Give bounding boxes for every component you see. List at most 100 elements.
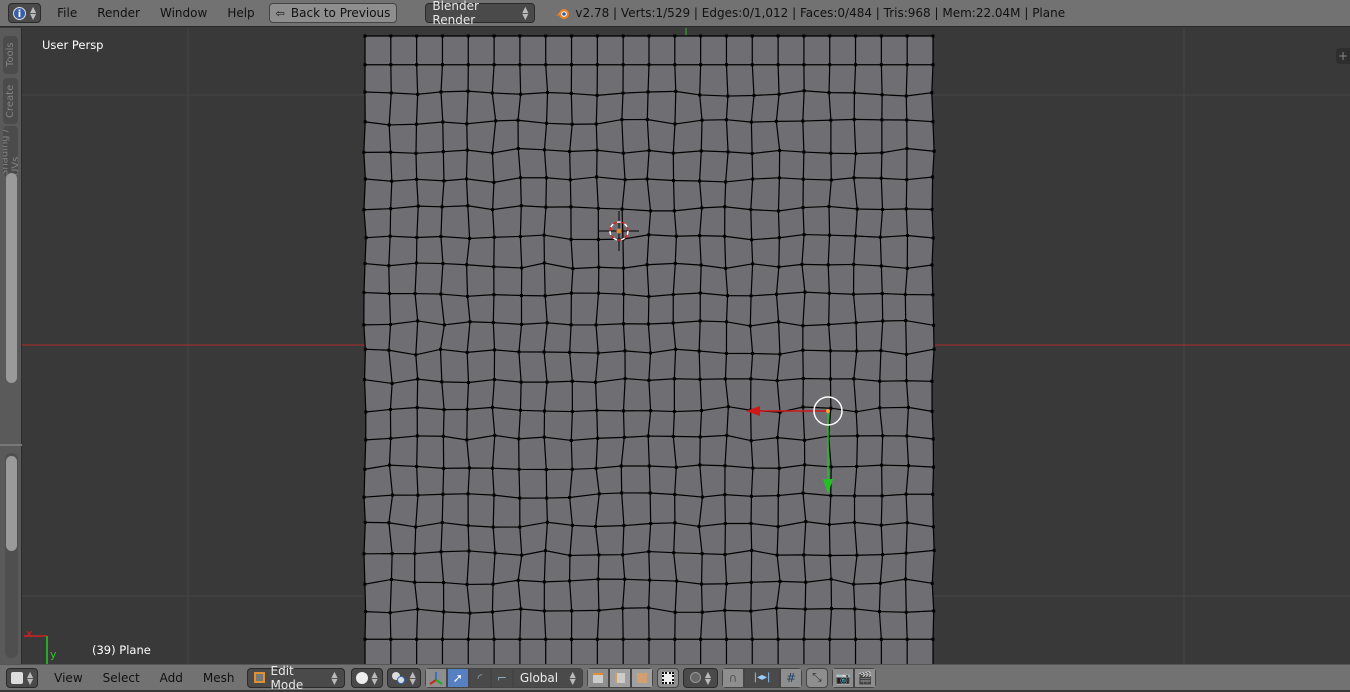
mesh-vertex	[775, 292, 779, 296]
mesh-vertex	[568, 178, 572, 182]
mesh-vertex	[362, 150, 366, 154]
tab-scrollbar[interactable]	[6, 173, 17, 383]
3d-view-header: ▲ ▼ View Select Add Mesh Edit Mode ▲ ▼ ▲ ▼ …	[0, 664, 1350, 692]
tab-tools[interactable]: Tools	[3, 36, 18, 74]
mesh-vertex	[931, 34, 935, 38]
mesh-vertex	[647, 63, 651, 67]
mesh-vertex	[413, 292, 417, 296]
mesh-vertex	[671, 293, 675, 297]
mesh-vertex	[853, 234, 857, 238]
mesh-vertex	[698, 179, 702, 183]
mesh-vertex	[880, 93, 884, 97]
manipulator-toggle[interactable]	[424, 667, 447, 688]
mode-selector[interactable]: Edit Mode ▲ ▼	[246, 664, 345, 692]
mesh-vertex	[647, 378, 651, 382]
mesh-vertex	[362, 552, 366, 556]
menu-render[interactable]: Render	[87, 6, 150, 20]
menu-window[interactable]: Window	[150, 6, 217, 20]
mesh-vertex	[387, 292, 391, 296]
mesh-vertex	[930, 91, 934, 95]
menu-file[interactable]: File	[47, 6, 87, 20]
mesh-vertex	[595, 148, 599, 152]
updown-arrows-icon: ▲ ▼	[30, 5, 37, 21]
snap-element-selector[interactable]: |◂▸|	[743, 667, 780, 688]
menu-select[interactable]: Select	[93, 671, 150, 685]
mesh-vertex	[827, 91, 831, 95]
mesh-vertex	[649, 522, 653, 526]
mesh-vertex	[416, 493, 420, 497]
mesh-vertex	[519, 294, 523, 298]
pivot-point-selector[interactable]: ▲ ▼	[386, 667, 421, 688]
mesh-vertex	[671, 321, 675, 325]
mesh-vertex	[544, 205, 548, 209]
transform-orientation-selector[interactable]: Global ▲ ▼	[512, 667, 583, 688]
menu-add[interactable]: Add	[150, 671, 193, 685]
mesh-vertex	[749, 208, 753, 212]
mesh-vertex	[751, 352, 755, 356]
proportional-edit-selector[interactable]: ▲ ▼	[682, 667, 718, 688]
editor-type-selector-3d[interactable]: ▲ ▼	[6, 667, 39, 688]
face-select-mode[interactable]	[630, 667, 653, 688]
tab-shading-uvs[interactable]: Shading / UVs	[3, 126, 18, 176]
opengl-animation-button[interactable]: 🎬	[853, 667, 876, 688]
mesh-vertex	[904, 319, 908, 323]
3d-viewport[interactable]: User Persp (39) Plane x y +	[22, 28, 1350, 664]
mesh-vertex	[777, 236, 781, 240]
mesh-vertex	[623, 577, 627, 581]
mesh-vertex	[724, 266, 728, 270]
snap-target-toggle[interactable]: #	[779, 667, 802, 688]
back-to-previous-button[interactable]: ⇦ Back to Previous	[268, 3, 398, 23]
tab-create[interactable]: Create	[3, 78, 18, 124]
mesh-vertex	[800, 262, 804, 266]
mesh-vertex	[829, 151, 833, 155]
snap-increment-icon: |◂▸|	[753, 672, 771, 683]
mesh-vertex	[570, 34, 574, 38]
mesh-vertex	[775, 553, 779, 557]
shelf-scrollbar[interactable]	[6, 456, 17, 551]
translate-manipulator[interactable]: ➚	[446, 667, 469, 688]
mesh-vertex	[441, 150, 445, 154]
rotate-manipulator[interactable]: ◜	[468, 667, 491, 688]
3d-view-cube-icon	[11, 671, 23, 684]
menu-view[interactable]: View	[44, 671, 92, 685]
orientation-label: Global	[519, 670, 559, 685]
menu-mesh[interactable]: Mesh	[193, 671, 245, 685]
mesh-vertex	[804, 520, 808, 524]
show-overlays-toggle[interactable]: ⤡	[805, 667, 828, 688]
opengl-render-button[interactable]: 📷	[831, 667, 854, 688]
render-engine-selector[interactable]: Blender Render ▲ ▼	[425, 0, 536, 27]
mesh-vertex	[931, 175, 935, 179]
mesh-vertex	[698, 377, 702, 381]
mesh-vertex	[542, 350, 546, 354]
scale-manipulator[interactable]: ⌐	[490, 667, 513, 688]
properties-toggle-plus-icon[interactable]: +	[1336, 48, 1350, 64]
mesh-vertex	[518, 63, 522, 67]
snap-toggle[interactable]: ∩	[721, 667, 744, 688]
mesh-vertex	[750, 152, 754, 156]
scene-stats: v2.78 | Verts:1/529 | Edges:0/1,012 | Fa…	[575, 6, 1066, 20]
mesh-vertex	[596, 291, 600, 295]
viewport-canvas[interactable]	[22, 28, 1350, 664]
selected-vertex	[826, 409, 830, 413]
mesh-vertex	[723, 205, 727, 209]
tool-shelf: Tools Create Shading / UVs	[0, 28, 22, 664]
mesh-vertex	[388, 611, 392, 615]
mesh-vertex	[518, 525, 522, 529]
mesh-vertex	[595, 175, 599, 179]
edge-select-mode[interactable]	[608, 667, 631, 688]
mesh-vertex	[363, 177, 367, 181]
mesh-vertex	[853, 494, 857, 498]
mesh-vertex	[468, 611, 472, 615]
info-header: i ▲ ▼ File Render Window Help ⇦ Back to P…	[0, 0, 1350, 27]
mesh-vertex	[698, 291, 702, 295]
mesh-vertex	[646, 434, 650, 438]
limit-selection-toggle[interactable]	[656, 667, 679, 688]
menu-help[interactable]: Help	[217, 6, 264, 20]
vertex-select-mode[interactable]	[586, 667, 609, 688]
editor-type-selector[interactable]: i ▲ ▼	[8, 3, 42, 23]
viewport-shading-selector[interactable]: ▲ ▼	[350, 667, 383, 688]
mesh-vertex	[363, 90, 367, 94]
mesh-vertex	[777, 176, 781, 180]
mesh-vertex	[389, 637, 393, 641]
mesh-vertex	[828, 637, 832, 641]
